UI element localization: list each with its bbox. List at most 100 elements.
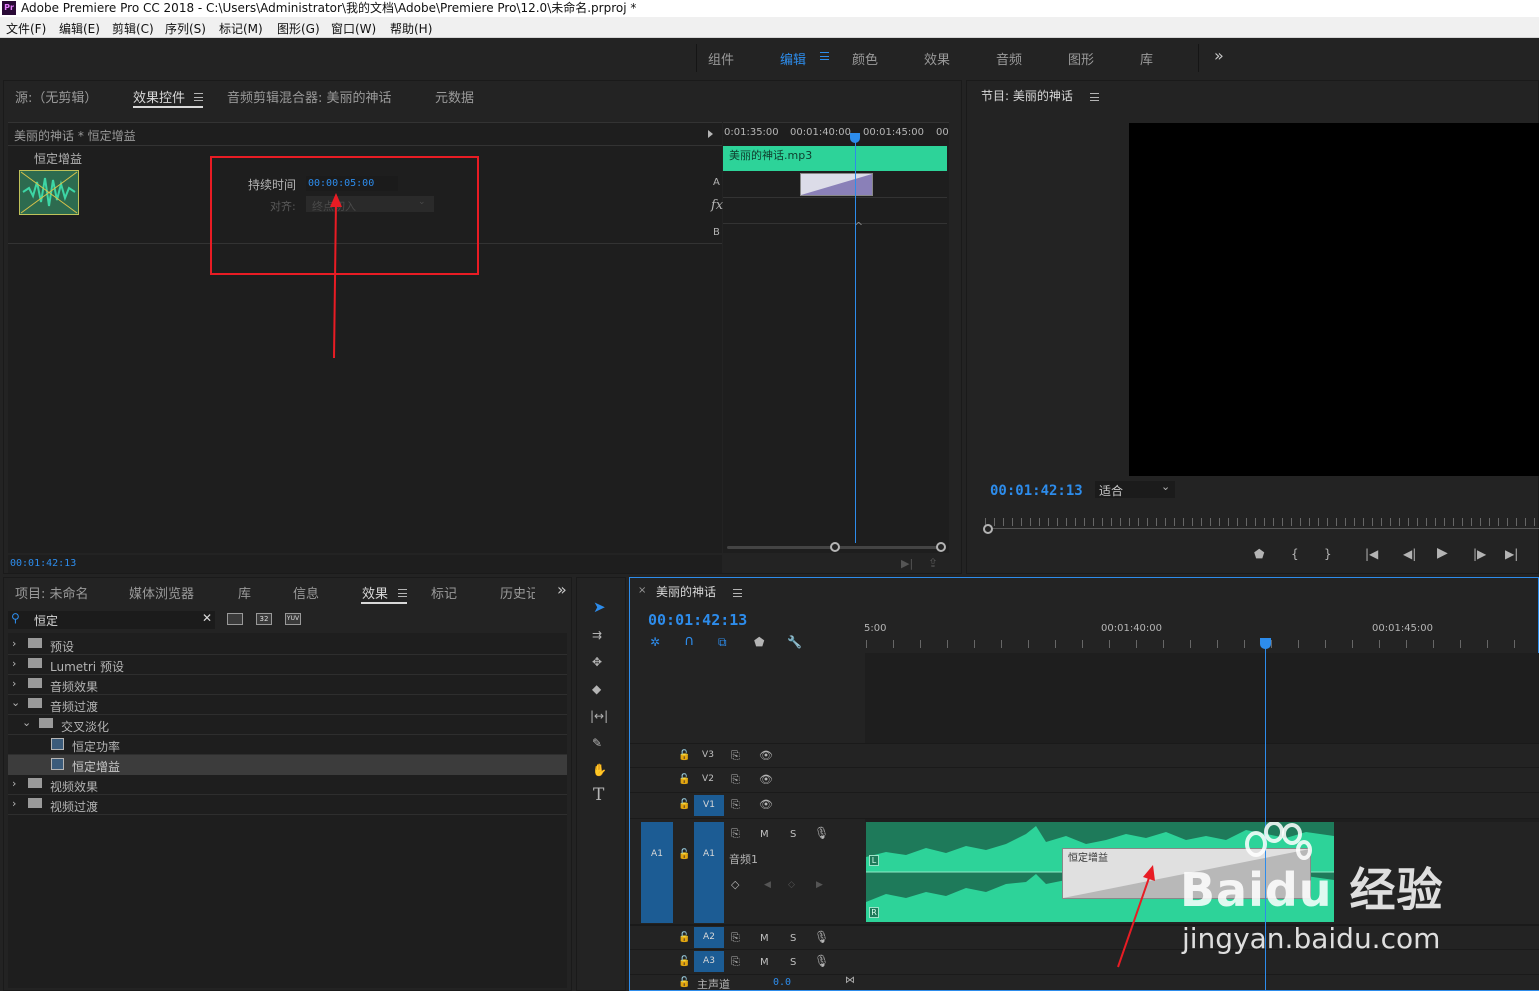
workspace-menu-icon[interactable] xyxy=(820,52,829,60)
lock-icon[interactable]: 🔓 xyxy=(678,848,690,862)
eye-icon[interactable]: 👁 xyxy=(759,773,773,787)
tree-item-crossfade[interactable]: ⌄ 交叉淡化 xyxy=(8,715,567,735)
export-icon[interactable]: ⇪ xyxy=(928,556,938,570)
add-marker-icon[interactable]: ⬟ xyxy=(1254,547,1264,561)
sync-lock-icon[interactable]: ⎘ xyxy=(731,931,740,945)
video-display[interactable] xyxy=(1129,123,1539,476)
32-bit-effects-icon[interactable]: 32 xyxy=(256,613,272,625)
track-v3[interactable]: 🔓 V3 ⎘ 👁 xyxy=(630,743,1539,768)
mark-in-icon[interactable]: { xyxy=(1291,547,1299,561)
tree-item-lumetri-presets[interactable]: › Lumetri 预设 xyxy=(8,655,567,675)
razor-tool-icon[interactable]: ◆ xyxy=(592,682,601,696)
bowtie-icon[interactable]: ⋈ xyxy=(845,975,855,986)
workspace-tab-editing[interactable]: 编辑 xyxy=(780,49,806,68)
microphone-icon[interactable]: 🎙 xyxy=(814,930,829,944)
mute-button[interactable]: M xyxy=(760,829,769,840)
tree-item-constant-gain[interactable]: 恒定增益 xyxy=(8,755,567,775)
slip-tool-icon[interactable]: |↔| xyxy=(590,709,608,723)
mini-clip[interactable]: 美丽的神话.mp3 xyxy=(723,146,947,171)
program-timecode[interactable]: 00:01:42:13 xyxy=(990,483,1083,499)
prev-keyframe-icon[interactable]: ◀ xyxy=(764,880,771,890)
ripple-edit-tool-icon[interactable]: ✥ xyxy=(592,655,602,669)
lock-icon[interactable]: 🔓 xyxy=(678,976,690,990)
nest-toggle-icon[interactable]: ✲ xyxy=(650,635,660,649)
add-marker-icon[interactable]: ⬟ xyxy=(754,635,764,649)
tab-source[interactable]: 源:（无剪辑） xyxy=(15,87,97,106)
linked-selection-icon[interactable]: ⧉ xyxy=(718,635,727,649)
sync-lock-icon[interactable]: ⎘ xyxy=(731,749,740,763)
lock-icon[interactable]: 🔓 xyxy=(678,931,690,945)
timeline-settings-icon[interactable]: 🔧 xyxy=(787,635,802,649)
lock-icon[interactable]: 🔓 xyxy=(678,773,690,787)
add-keyframe-icon[interactable]: ◇ xyxy=(788,880,795,890)
go-to-in-icon[interactable]: |◀ xyxy=(1365,547,1378,561)
workspace-tab-audio[interactable]: 音频 xyxy=(996,49,1022,68)
program-scrub-handle[interactable] xyxy=(983,524,993,534)
panel-menu-icon[interactable] xyxy=(398,589,407,597)
track-master[interactable]: 🔓 主声道 0.0 ⋈ xyxy=(630,975,1539,991)
track-target-v1[interactable]: V1 xyxy=(694,795,724,816)
workspace-tab-color[interactable]: 颜色 xyxy=(852,49,878,68)
step-back-icon[interactable]: ◀| xyxy=(1403,547,1416,561)
workspace-overflow-icon[interactable]: » xyxy=(1214,46,1224,65)
pen-tool-icon[interactable]: ✎ xyxy=(592,736,602,750)
workspace-tab-effects[interactable]: 效果 xyxy=(924,49,950,68)
sync-lock-icon[interactable]: ⎘ xyxy=(731,827,740,841)
tab-history[interactable]: 历史记 xyxy=(500,583,535,602)
panel-overflow-icon[interactable]: » xyxy=(557,580,567,599)
track-a3[interactable]: 🔓 A3 ⎘ M S 🎙 xyxy=(630,950,1539,975)
track-target-a2[interactable]: A2 xyxy=(694,927,724,948)
program-ruler[interactable] xyxy=(985,518,1539,526)
snap-icon[interactable]: ∩ xyxy=(684,634,694,648)
solo-button[interactable]: S xyxy=(790,957,796,968)
next-keyframe-icon[interactable]: ▶ xyxy=(816,880,823,890)
tab-info[interactable]: 信息 xyxy=(293,583,319,602)
eye-icon[interactable]: 👁 xyxy=(759,749,773,763)
fx-icon[interactable]: fx xyxy=(711,198,723,213)
sync-lock-icon[interactable]: ⎘ xyxy=(731,798,740,812)
tree-item-audio-effects[interactable]: › 音频效果 xyxy=(8,675,567,695)
yuv-effects-icon[interactable]: YUV xyxy=(285,613,301,625)
microphone-icon[interactable]: 🎙 xyxy=(814,826,829,840)
tab-markers[interactable]: 标记 xyxy=(431,583,457,602)
playhead-handle[interactable] xyxy=(850,133,860,143)
track-v1[interactable]: 🔓 V1 ⎘ 👁 xyxy=(630,793,1539,819)
play-icon[interactable]: ▶ xyxy=(1437,546,1448,560)
hand-tool-icon[interactable]: ✋ xyxy=(592,763,607,777)
solo-button[interactable]: S xyxy=(790,933,796,944)
play-only-icon[interactable]: ▶| xyxy=(901,557,913,570)
track-select-tool-icon[interactable]: ⇉ xyxy=(592,628,602,642)
effects-search-input[interactable]: ⚲ 恒定 ✕ xyxy=(8,611,215,629)
tree-item-audio-transitions[interactable]: ⌄ 音频过渡 xyxy=(8,695,567,715)
mute-button[interactable]: M xyxy=(760,933,769,944)
lock-icon[interactable]: 🔓 xyxy=(678,798,690,812)
close-tab-icon[interactable]: × xyxy=(638,585,646,596)
panel-menu-icon[interactable] xyxy=(194,93,203,101)
solo-button[interactable]: S xyxy=(790,829,796,840)
sequence-tab[interactable]: 美丽的神话 xyxy=(656,583,716,600)
tab-project[interactable]: 项目: 未命名 xyxy=(15,583,89,602)
timeline-timecode[interactable]: 00:01:42:13 xyxy=(648,611,747,629)
program-title[interactable]: 节目: 美丽的神话 xyxy=(981,87,1073,104)
menu-file[interactable]: 文件(F) xyxy=(6,20,46,37)
fit-dropdown[interactable]: 适合 ⌄ xyxy=(1095,480,1175,498)
clear-search-icon[interactable]: ✕ xyxy=(202,611,212,625)
transition-clip[interactable] xyxy=(800,173,874,197)
lock-icon[interactable]: 🔓 xyxy=(678,955,690,969)
menu-window[interactable]: 窗口(W) xyxy=(331,20,376,37)
master-volume[interactable]: 0.0 xyxy=(773,977,791,988)
zoom-handle-left[interactable] xyxy=(830,542,840,552)
tree-item-constant-power[interactable]: 恒定功率 xyxy=(8,735,567,755)
panel-menu-icon[interactable] xyxy=(1090,93,1099,101)
track-v2[interactable]: 🔓 V2 ⎘ 👁 xyxy=(630,768,1539,793)
menu-help[interactable]: 帮助(H) xyxy=(390,20,432,37)
lock-icon[interactable]: 🔓 xyxy=(678,749,690,763)
chevron-down-icon[interactable]: ⌄ xyxy=(22,716,31,729)
menu-marker[interactable]: 标记(M) xyxy=(219,20,263,37)
eye-icon[interactable]: 👁 xyxy=(759,798,773,812)
timeline-playhead-handle[interactable] xyxy=(1260,638,1271,649)
menu-edit[interactable]: 编辑(E) xyxy=(59,20,100,37)
expand-arrow-icon[interactable] xyxy=(708,130,713,138)
microphone-icon[interactable]: 🎙 xyxy=(814,954,829,968)
keyframe-toggle-icon[interactable]: ◇ xyxy=(731,878,739,892)
